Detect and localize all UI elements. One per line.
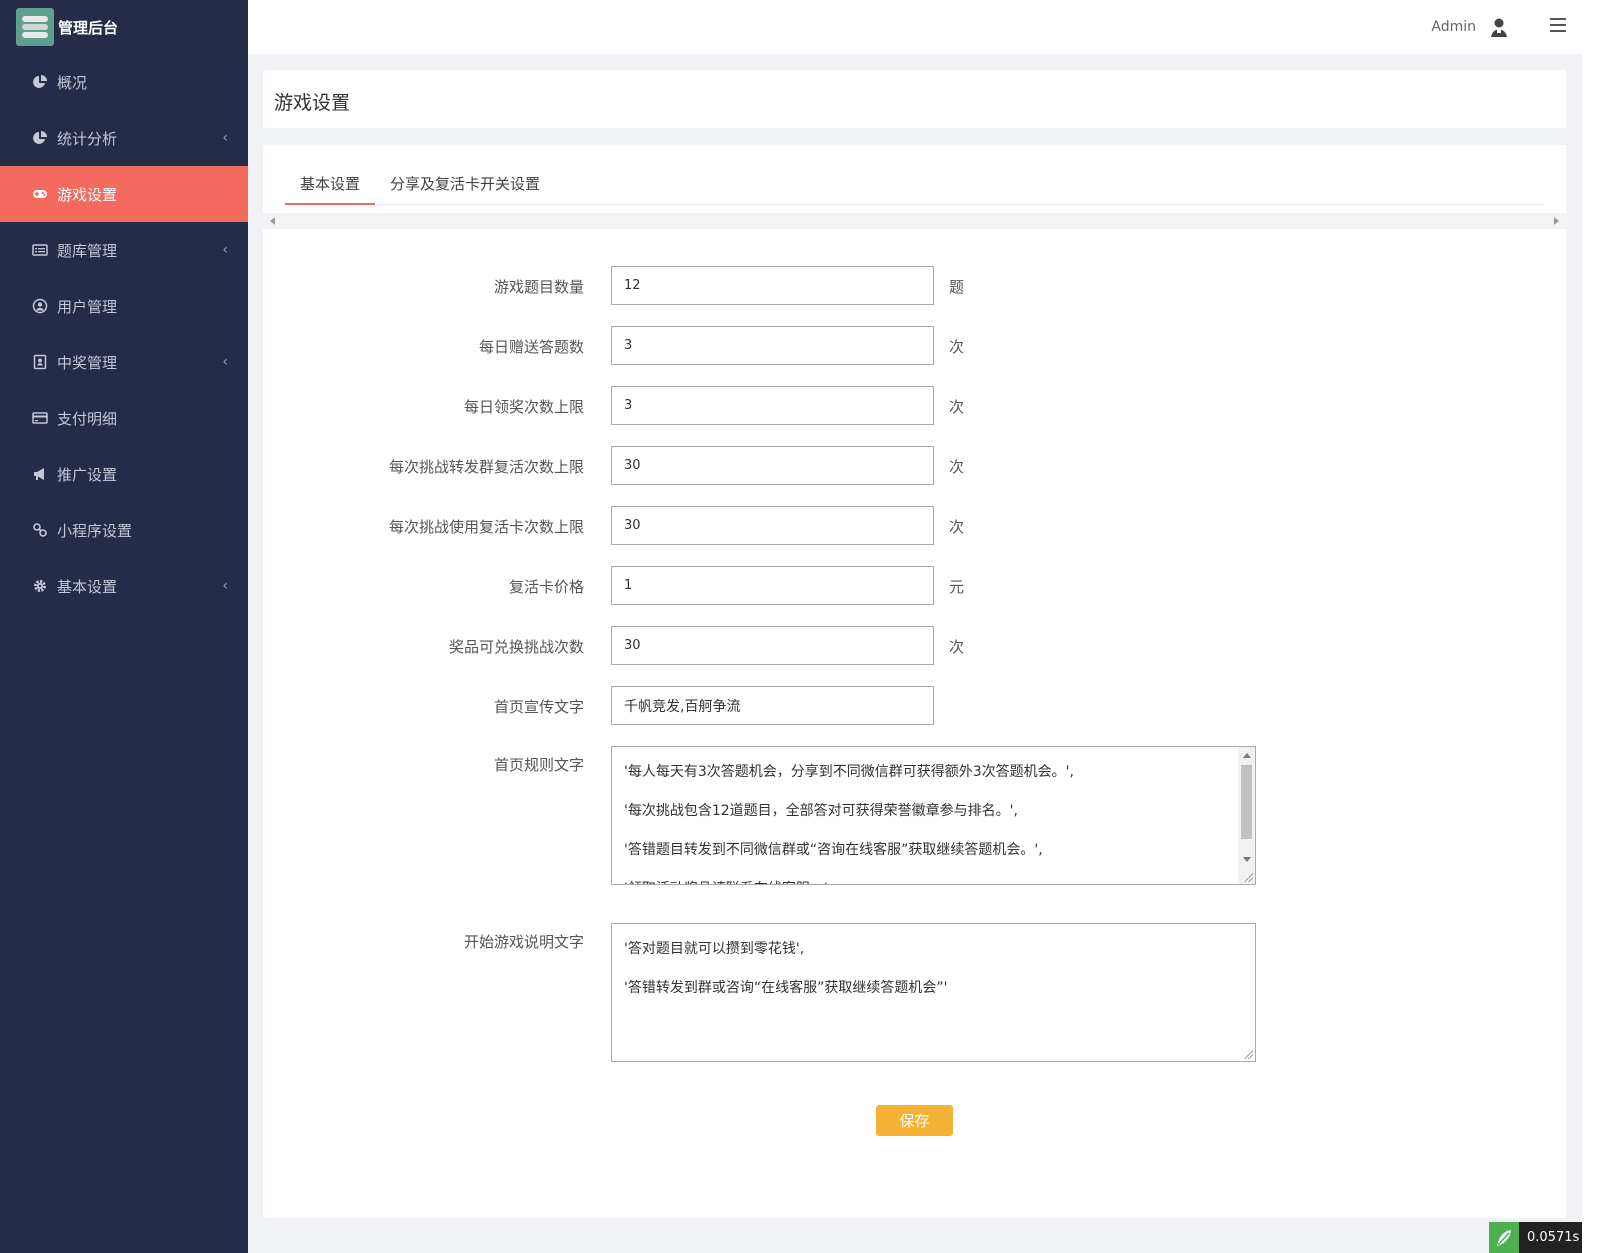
intro-line: '答错转发到群或咨询“在线客服”获取继续答题机会”': [624, 980, 948, 996]
sidebar-item-label: 中奖管理: [57, 353, 118, 372]
pie-chart-icon: [32, 74, 48, 90]
rules-line: '领取活动奖品请联系在线客服。': [624, 870, 1243, 884]
chevron-left-icon: ‹: [222, 130, 228, 146]
unit-label: 题: [949, 278, 965, 296]
user-circle-icon: [32, 298, 48, 314]
save-button[interactable]: 保存: [876, 1105, 953, 1136]
field-label: 奖品可兑换挑战次数: [448, 638, 584, 656]
daily-free-answers-input[interactable]: [611, 326, 934, 365]
homepage-rules-textarea[interactable]: '每人每天有3次答题机会，分享到不同微信群可获得额外3次答题机会。', '每次挑…: [611, 746, 1256, 885]
sidebar-item-label: 支付明细: [57, 409, 118, 428]
homepage-slogan-input[interactable]: [611, 686, 934, 725]
sidebar-item-statistics[interactable]: 统计分析 ‹: [0, 110, 248, 166]
field-label: 开始游戏说明文字: [463, 933, 584, 951]
sidebar-item-users[interactable]: 用户管理: [0, 278, 248, 334]
sidebar-item-miniprogram[interactable]: 小程序设置: [0, 502, 248, 558]
unit-label: 次: [949, 458, 965, 476]
page-title: 游戏设置: [274, 92, 351, 114]
sidebar-item-game-settings[interactable]: 游戏设置: [0, 166, 248, 222]
unit-label: 次: [949, 638, 965, 656]
sidebar-item-label: 游戏设置: [57, 185, 118, 204]
credit-card-icon: [32, 410, 48, 426]
scroll-left-icon[interactable]: [270, 217, 275, 225]
rules-line: '答错题目转发到不同微信群或“咨询在线客服”获取继续答题机会。',: [624, 842, 1043, 858]
scroll-right-icon[interactable]: [1554, 217, 1559, 225]
sidebar-item-question-bank[interactable]: 题库管理 ‹: [0, 222, 248, 278]
field-label: 每日赠送答题数: [478, 338, 584, 356]
intro-line: '答对题目就可以攒到零花钱',: [624, 941, 805, 957]
sidebar-item-overview[interactable]: 概况: [0, 54, 248, 110]
revive-card-limit-input[interactable]: [611, 506, 934, 545]
brand[interactable]: 管理后台: [0, 0, 248, 54]
sidebar-item-label: 推广设置: [57, 465, 118, 484]
tab-share-revive-settings[interactable]: 分享及复活卡开关设置: [390, 173, 540, 205]
sidebar-item-label: 用户管理: [57, 297, 118, 316]
gamepad-icon: [32, 186, 48, 202]
tab-basic-settings[interactable]: 基本设置: [285, 173, 375, 205]
sidebar-item-label: 统计分析: [57, 129, 118, 148]
rules-line: '每人每天有3次答题机会，分享到不同微信群可获得额外3次答题机会。',: [624, 764, 1074, 780]
user-name: Admin: [1431, 19, 1476, 35]
rules-line: '每次挑战包含12道题目，全部答对可获得荣誉徽章参与排名。',: [624, 803, 1018, 819]
question-count-input[interactable]: [611, 266, 934, 305]
sidebar-item-label: 题库管理: [57, 241, 118, 260]
sidebar-item-label: 小程序设置: [57, 521, 133, 540]
unit-label: 元: [949, 578, 965, 596]
field-label: 复活卡价格: [508, 578, 584, 596]
field-label: 每次挑战使用复活卡次数上限: [388, 518, 584, 536]
scroll-up-icon[interactable]: [1243, 753, 1251, 758]
right-edge: [1582, 0, 1600, 1253]
settings-panel: 基本设置 分享及复活卡开关设置 游戏题目数量 题 每日赠送答题数 次 每日领奖次…: [263, 145, 1566, 1218]
horizontal-scrollbar[interactable]: [263, 213, 1566, 229]
daily-prize-limit-input[interactable]: [611, 386, 934, 425]
leaf-logo-icon: [1489, 1222, 1519, 1253]
contact-card-icon: [32, 354, 48, 370]
sidebar-item-label: 概况: [57, 73, 88, 92]
resize-handle-icon[interactable]: [1243, 1049, 1253, 1059]
books-logo-icon: [16, 8, 54, 46]
scroll-thumb[interactable]: [1241, 765, 1252, 839]
chevron-left-icon: ‹: [222, 242, 228, 258]
field-label: 首页宣传文字: [493, 698, 584, 716]
chevron-left-icon: ‹: [222, 578, 228, 594]
unit-label: 次: [949, 398, 965, 416]
unit-label: 次: [949, 518, 965, 536]
brand-title: 管理后台: [58, 18, 119, 37]
field-label: 首页规则文字: [493, 756, 584, 774]
unit-label: 次: [949, 338, 965, 356]
user-menu[interactable]: Admin: [1431, 0, 1510, 54]
avatar: [1491, 18, 1507, 37]
page-header: 游戏设置: [263, 70, 1566, 128]
debug-timer[interactable]: 0.0571s: [1489, 1222, 1582, 1253]
revive-card-price-input[interactable]: [611, 566, 934, 605]
field-label: 游戏题目数量: [493, 278, 584, 296]
timer-value: 0.0571s: [1527, 1230, 1580, 1245]
sidebar-item-promotion[interactable]: 推广设置: [0, 446, 248, 502]
share-revive-limit-input[interactable]: [611, 446, 934, 485]
tab-bar: 基本设置 分享及复活卡开关设置: [285, 165, 1544, 205]
sidebar: 管理后台 概况 统计分析 ‹ 游戏设置 题库管理 ‹ 用户管理 中奖管理 ‹ 支…: [0, 0, 248, 1253]
resize-handle-icon[interactable]: [1243, 872, 1253, 882]
list-icon: [32, 242, 48, 258]
hamburger-menu-icon[interactable]: [1550, 18, 1566, 32]
sidebar-item-basic-settings[interactable]: 基本设置 ‹: [0, 558, 248, 614]
link-icon: [32, 522, 48, 538]
sidebar-nav: 概况 统计分析 ‹ 游戏设置 题库管理 ‹ 用户管理 中奖管理 ‹ 支付明细 推…: [0, 54, 248, 614]
field-label: 每次挑战转发群复活次数上限: [388, 458, 584, 476]
topbar: Admin: [248, 0, 1582, 54]
sidebar-item-label: 基本设置: [57, 577, 118, 596]
scroll-down-icon[interactable]: [1243, 857, 1251, 862]
sidebar-item-prizes[interactable]: 中奖管理 ‹: [0, 334, 248, 390]
chevron-left-icon: ‹: [222, 354, 228, 370]
bullhorn-icon: [32, 466, 48, 482]
prize-exchange-count-input[interactable]: [611, 626, 934, 665]
vertical-scrollbar[interactable]: [1238, 747, 1255, 884]
field-label: 每日领奖次数上限: [463, 398, 584, 416]
pie-chart-icon: [32, 130, 48, 146]
start-instructions-textarea[interactable]: '答对题目就可以攒到零花钱', '答错转发到群或咨询“在线客服”获取继续答题机会…: [611, 923, 1256, 1062]
sidebar-item-payments[interactable]: 支付明细: [0, 390, 248, 446]
gear-icon: [32, 578, 48, 594]
